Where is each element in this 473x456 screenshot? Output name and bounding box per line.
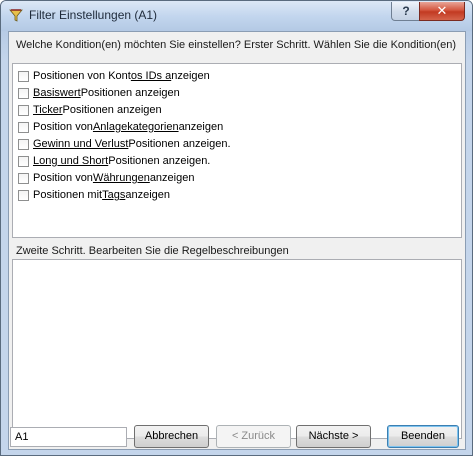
rule-description-area[interactable] (12, 259, 462, 439)
step2-label: Zweite Schritt. Bearbeiten Sie die Regel… (16, 245, 289, 257)
condition-text: Position von (33, 121, 93, 133)
condition-text: Positionen anzeigen. (108, 155, 211, 167)
condition-item[interactable]: Positionen mit Tags anzeigen (18, 187, 170, 203)
dialog-body: Welche Kondition(en) möchten Sie einstel… (8, 31, 466, 450)
back-button[interactable]: < Zurück (216, 425, 291, 448)
condition-link[interactable]: Basiswert (33, 87, 81, 99)
condition-checkbox[interactable] (18, 189, 29, 201)
condition-text: anzeigen (125, 189, 170, 201)
condition-checkbox[interactable] (18, 87, 29, 99)
condition-item[interactable]: Gewinn und Verlust Positionen anzeigen. (18, 136, 231, 152)
condition-checkbox[interactable] (18, 138, 29, 150)
filter-name-input[interactable] (10, 427, 127, 447)
condition-link[interactable]: Long und Short (33, 155, 108, 167)
condition-list: Positionen von Kont os IDs a nzeigen Basis… (12, 63, 462, 238)
condition-item[interactable]: Positionen von Kont os IDs a nzeigen (18, 68, 210, 84)
condition-checkbox[interactable] (18, 121, 29, 133)
step1-instruction: Welche Kondition(en) möchten Sie einstel… (16, 39, 457, 51)
title-bar[interactable]: Filter Einstellungen (A1) ? ✕ (1, 1, 472, 31)
condition-item[interactable]: Long und Short Positionen anzeigen. (18, 153, 210, 169)
condition-text: nzeigen (171, 70, 210, 82)
condition-link[interactable]: os IDs a (131, 70, 171, 82)
condition-text: Positionen anzeigen. (128, 138, 231, 150)
condition-text: Positionen anzeigen (62, 104, 162, 116)
condition-text: Positionen von Kont (33, 70, 131, 82)
condition-link[interactable]: Anlagekategorien (93, 121, 179, 133)
condition-text: anzeigen (178, 121, 224, 133)
condition-link[interactable]: Gewinn und Verlust (33, 138, 128, 150)
cancel-button[interactable]: Abbrechen (134, 425, 209, 448)
finish-button[interactable]: Beenden (387, 425, 459, 448)
condition-text: Positionen mit (33, 189, 103, 201)
close-button[interactable]: ✕ (419, 2, 465, 21)
condition-link[interactable]: Tags (102, 189, 125, 201)
condition-text: anzeigen (149, 172, 195, 184)
condition-checkbox[interactable] (18, 155, 29, 167)
filter-app-icon (9, 9, 23, 22)
condition-item[interactable]: Position von Anlagekategorien anzeigen (18, 119, 223, 135)
condition-text: Position von (33, 172, 93, 184)
condition-item[interactable]: Position von Währungen anzeigen (18, 170, 194, 186)
condition-link[interactable]: Währungen (93, 172, 150, 184)
window-title: Filter Einstellungen (A1) (29, 8, 158, 22)
button-bar: Abbrechen < Zurück Nächste > Beenden (1, 415, 472, 455)
condition-checkbox[interactable] (18, 172, 29, 184)
condition-item[interactable]: Ticker Positionen anzeigen (18, 102, 162, 118)
condition-checkbox[interactable] (18, 104, 29, 116)
condition-item[interactable]: Basiswert Positionen anzeigen (18, 85, 180, 101)
help-button[interactable]: ? (391, 2, 421, 21)
condition-link[interactable]: Ticker (33, 104, 63, 116)
condition-text: Positionen anzeigen (80, 87, 180, 99)
condition-checkbox[interactable] (18, 70, 29, 82)
next-button[interactable]: Nächste > (296, 425, 371, 448)
filter-settings-dialog: Filter Einstellungen (A1) ? ✕ Welche Kon… (0, 0, 473, 456)
